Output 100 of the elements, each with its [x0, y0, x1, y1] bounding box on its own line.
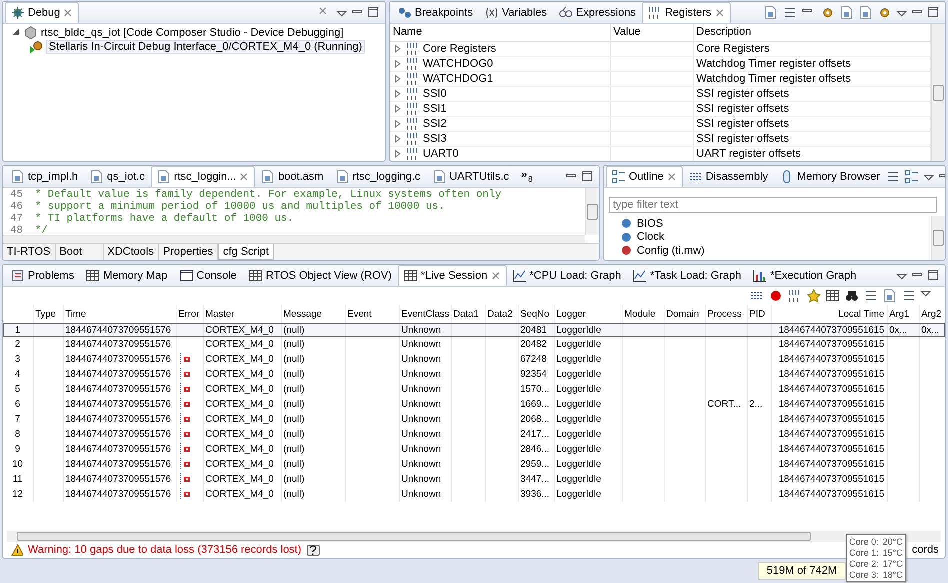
more-tabs-indicator[interactable]: »: [521, 169, 528, 181]
expander-icon[interactable]: [393, 104, 403, 114]
tab[interactable]: Breakpoints: [392, 2, 480, 23]
table-cell: (null): [284, 414, 305, 425]
tab[interactable]: Expressions: [553, 2, 642, 23]
table-cell: 18446744073709551576: [66, 354, 172, 365]
expander-icon[interactable]: [393, 148, 403, 158]
close-icon[interactable]: [666, 172, 677, 182]
tree-icon[interactable]: [905, 170, 920, 184]
tab[interactable]: Outline: [606, 166, 683, 187]
column-header[interactable]: Description: [693, 24, 930, 41]
expander-icon[interactable]: [393, 88, 403, 98]
expander-icon[interactable]: [11, 28, 21, 38]
column-header[interactable]: Name: [390, 24, 610, 41]
tab[interactable]: Boot: [56, 244, 104, 260]
table-cell: Unknown: [402, 384, 442, 395]
register-name[interactable]: Core Registers: [423, 42, 496, 54]
glasses-icon: [559, 6, 574, 20]
register-name[interactable]: SSI2: [423, 118, 447, 130]
warning-icon: [11, 544, 23, 556]
table-cell: LoggerIdle: [556, 384, 602, 395]
tab[interactable]: Debug: [5, 2, 80, 23]
list-icon[interactable]: [886, 170, 900, 184]
tab[interactable]: *Task Load: Graph: [627, 265, 748, 286]
table-icon[interactable]: [826, 289, 840, 303]
tab[interactable]: Registers: [642, 2, 731, 23]
expander-icon[interactable]: [393, 74, 403, 84]
record-icon[interactable]: [769, 289, 783, 303]
register-name[interactable]: UART0: [423, 148, 459, 160]
help-button[interactable]: ?: [306, 544, 320, 556]
star-icon[interactable]: [807, 289, 821, 303]
expander-icon[interactable]: [393, 58, 403, 68]
maximize-icon[interactable]: [368, 7, 379, 18]
vertical-scrollbar[interactable]: [585, 188, 599, 235]
tab[interactable]: Disassembly: [682, 166, 774, 187]
list-icon[interactable]: [902, 289, 916, 303]
outline-icon: [612, 170, 626, 184]
tab[interactable]: RTOS Object View (ROV): [243, 265, 398, 286]
maximize-icon[interactable]: [582, 171, 593, 182]
tree-item[interactable]: rtsc_bldc_qs_iot [Code Composer Studio - Device Debugging]: [41, 27, 344, 39]
row-number: 1: [15, 324, 20, 336]
table-cell: 18446744073709551576: [66, 324, 172, 336]
outline-item[interactable]: Config (ti.mw): [637, 244, 705, 257]
filter-field[interactable]: type filter text: [609, 197, 937, 213]
register-name[interactable]: WATCHDOG1: [423, 72, 494, 84]
view-menu-icon[interactable]: [897, 272, 907, 280]
view-menu-icon[interactable]: [337, 8, 347, 16]
memory-indicator[interactable]: 519M of 742M: [758, 562, 846, 580]
expander-icon[interactable]: [393, 134, 403, 144]
tab[interactable]: UARTUtils.c: [426, 166, 516, 187]
tab[interactable]: *CPU Load: Graph: [506, 265, 628, 286]
register-name[interactable]: WATCHDOG0: [423, 58, 494, 70]
horizontal-scrollbar[interactable]: [3, 235, 585, 243]
grid-icon: [404, 269, 418, 283]
chart-icon: [512, 269, 527, 283]
maximize-icon[interactable]: [928, 7, 939, 18]
column-header[interactable]: Value: [610, 24, 693, 41]
table-cell: CORTEX_M4_0: [206, 414, 274, 425]
table-cell: (null): [284, 458, 305, 470]
expander-icon[interactable]: [393, 118, 403, 128]
view-menu-icon[interactable]: [897, 8, 907, 16]
tab[interactable]: rtsc_logging.c: [330, 166, 427, 187]
core-temperature: 20°C: [882, 536, 903, 546]
tab[interactable]: Variables: [479, 2, 554, 23]
register-name[interactable]: SSI1: [423, 102, 447, 114]
close-icon[interactable]: [714, 8, 725, 18]
columns-icon[interactable]: [788, 289, 802, 303]
tab[interactable]: tcp_impl.h: [5, 166, 84, 187]
tab[interactable]: Memory Map: [80, 265, 174, 286]
tab[interactable]: *Live Session: [398, 265, 507, 286]
tab[interactable]: rtsc_loggin...: [151, 166, 256, 187]
outline-item[interactable]: BIOS: [637, 218, 664, 230]
register-name[interactable]: SSI3: [423, 132, 447, 144]
tab[interactable]: cfg Script: [218, 244, 274, 260]
register-icon: [406, 42, 420, 55]
register-name[interactable]: SSI0: [423, 88, 447, 100]
tree-item[interactable]: Stellaris In-Circuit Debug Interface_0/CORTEX_M4_0 (Running): [46, 40, 366, 54]
maximize-icon[interactable]: [928, 270, 939, 281]
tab[interactable]: qs_iot.c: [84, 166, 152, 187]
tab[interactable]: Problems: [5, 265, 80, 286]
close-icon[interactable]: [63, 8, 74, 18]
table-cell: (null): [284, 324, 305, 336]
register-description: SSI register offsets: [693, 116, 930, 131]
row-number: 2: [15, 338, 20, 350]
table-cell: LoggerIdle: [556, 414, 602, 425]
tab[interactable]: *Execution Graph: [747, 265, 863, 286]
expander-icon[interactable]: [393, 44, 403, 54]
tab[interactable]: Memory Browser: [774, 166, 886, 187]
tab[interactable]: boot.asm: [255, 166, 330, 187]
vertical-scrollbar[interactable]: [931, 24, 945, 161]
view-menu-icon[interactable]: [924, 172, 934, 180]
tab[interactable]: TI-RTOS: [3, 244, 56, 260]
binoculars-icon[interactable]: [845, 289, 859, 303]
tab[interactable]: XDCtools: [104, 244, 160, 260]
vertical-scrollbar[interactable]: [931, 216, 945, 260]
close-icon[interactable]: [239, 172, 250, 182]
outline-item[interactable]: Clock: [637, 231, 665, 244]
tab[interactable]: Console: [174, 265, 244, 286]
close-icon[interactable]: [490, 271, 501, 281]
core-temperature: 17°C: [882, 558, 903, 568]
